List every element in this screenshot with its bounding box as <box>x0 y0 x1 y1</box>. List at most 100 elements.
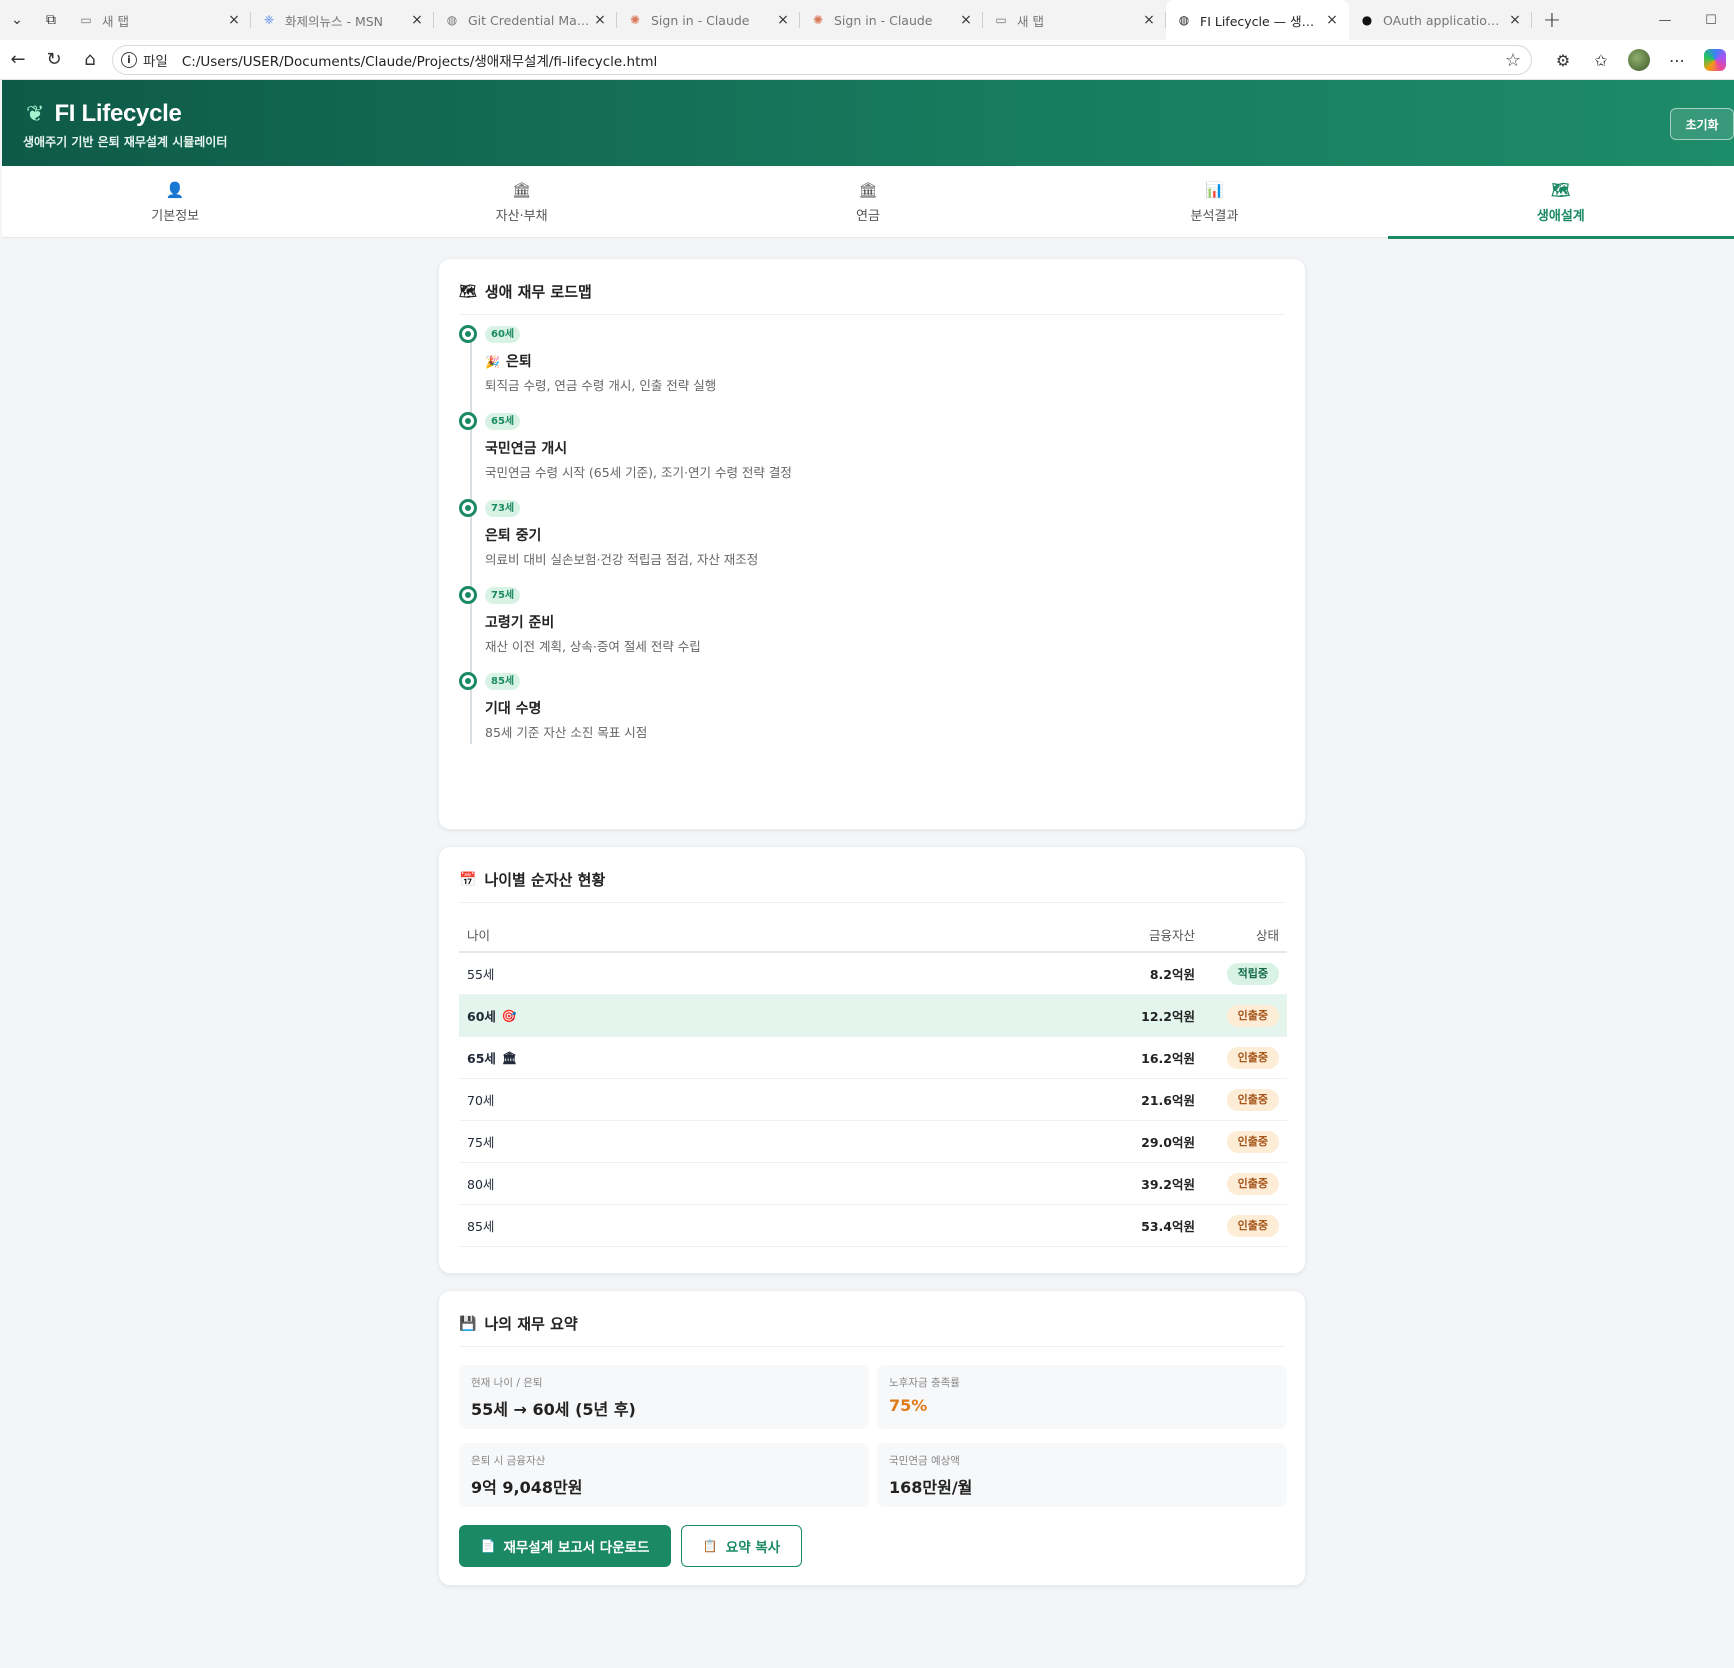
divider <box>459 902 1285 903</box>
address-bar[interactable]: i 파일 C:/Users/USER/Documents/Claude/Proj… <box>112 45 1532 75</box>
browser-tab[interactable]: ▭ 새 탭 × <box>68 0 251 40</box>
milestone-title-text: 기대 수명 <box>485 701 542 717</box>
browser-tab-title: 화제의뉴스 - MSN <box>285 13 384 29</box>
cell-assets: 16.2억원 <box>1141 1051 1195 1066</box>
maximize-icon[interactable]: ☐ <box>1688 0 1734 40</box>
browser-tab-title: OAuth application auth <box>1383 12 1506 28</box>
bar-chart-icon: 📊 <box>1205 180 1224 199</box>
tab-list-chevron-icon[interactable]: ⌄ <box>0 0 34 40</box>
milestone-title: 기대 수명 <box>485 698 541 718</box>
more-menu-icon[interactable]: ⋯ <box>1658 40 1696 80</box>
nav-tab[interactable]: 🏛 연금 <box>695 166 1041 238</box>
nav-tab[interactable]: 📊 분석결과 <box>1041 166 1387 238</box>
close-tab-icon[interactable]: × <box>591 12 609 28</box>
cell-age: 70세 <box>459 1090 659 1109</box>
claude-sunburst-icon: ✺ <box>629 13 641 27</box>
browser-tab[interactable]: ❈ 화제의뉴스 - MSN × <box>251 0 434 40</box>
networth-table: 나이 금융자산 상태 55세 8.2억원 적립중 60세 🎯 12.2억원 인출중 65세 🏛 1… <box>459 917 1287 1247</box>
browser-tab[interactable]: ◍ FI Lifecycle — 생애주기 × <box>1166 0 1349 40</box>
browser-tab-title: FI Lifecycle — 생애주기 <box>1200 13 1323 29</box>
reset-button[interactable]: 초기화 <box>1670 108 1734 140</box>
close-tab-icon[interactable]: × <box>1323 12 1341 28</box>
party-popper-icon: 🎉 <box>485 355 500 369</box>
site-info-icon[interactable]: i <box>121 52 137 68</box>
status-badge: 인출중 <box>1226 1214 1279 1237</box>
networth-title-text: 나이별 순자산 현황 <box>484 871 606 889</box>
map-icon: 🗺 <box>1551 180 1571 199</box>
milestone-title: 국민연금 개시 <box>485 438 567 458</box>
back-arrow-icon[interactable]: ← <box>0 42 36 78</box>
col-status-header: 상태 <box>1255 927 1279 943</box>
copy-summary-button[interactable]: 📋 요약 복사 <box>681 1525 802 1567</box>
cell-assets: 21.6억원 <box>1141 1093 1195 1108</box>
browser-tab[interactable]: ✺ Sign in - Claude × <box>617 0 800 40</box>
nav-tab-label: 분석결과 <box>1190 208 1239 224</box>
cell-status: 인출중 <box>1195 1088 1287 1111</box>
cell-age: 65세 🏛 <box>459 1048 659 1067</box>
milestone-age-badge: 60세 <box>485 326 521 343</box>
favorite-star-icon[interactable]: ☆ <box>1505 50 1521 71</box>
milestone-dot <box>459 325 477 343</box>
calendar-icon: 📅 <box>459 871 477 888</box>
browser-tab[interactable]: ▭ 새 탭 × <box>983 0 1166 40</box>
browser-tab[interactable]: ● OAuth application auth× <box>1349 0 1532 40</box>
cell-status: 인출중 <box>1195 1130 1287 1153</box>
table-row: 60세 🎯 12.2억원 인출중 <box>459 995 1287 1037</box>
person-icon: 👤 <box>165 180 185 199</box>
new-tab-button[interactable]: + <box>1532 8 1572 33</box>
close-tab-icon[interactable]: × <box>1140 12 1158 28</box>
milestone-title: 고령기 준비 <box>485 612 554 632</box>
close-tab-icon[interactable]: × <box>957 12 975 28</box>
table-row: 85세 53.4억원 인출중 <box>459 1205 1287 1247</box>
extensions-icon[interactable]: ⚙ <box>1544 40 1582 80</box>
roadmap-title-text: 생애 재무 로드맵 <box>484 283 592 301</box>
nav-tab[interactable]: 🏛 자산·부채 <box>348 166 694 238</box>
milestone-age-badge: 85세 <box>485 673 521 690</box>
reload-icon[interactable]: ↻ <box>36 42 72 78</box>
browser-tab[interactable]: ✺ Sign in - Claude × <box>800 0 983 40</box>
copy-summary-label: 요약 복사 <box>725 1540 781 1556</box>
workspaces-icon[interactable]: ⧉ <box>34 0 68 40</box>
networth-card: 📅 나이별 순자산 현황 나이 금융자산 상태 55세 8.2억원 적립중 60세 🎯 1… <box>438 846 1306 1274</box>
col-age-header: 나이 <box>467 927 491 943</box>
cell-assets: 8.2억원 <box>1149 967 1195 982</box>
nav-tab-label: 연금 <box>856 208 880 224</box>
close-tab-icon[interactable]: × <box>225 12 243 28</box>
age-value: 65세 <box>467 1051 496 1066</box>
age-value: 80세 <box>467 1177 495 1192</box>
profile-avatar[interactable] <box>1620 40 1658 80</box>
age-value: 60세 <box>467 1009 496 1024</box>
close-tab-icon[interactable]: × <box>408 12 426 28</box>
divider <box>459 314 1285 315</box>
summary-age-box: 현재 나이 / 은퇴 55세 → 60세 (5년 후) <box>459 1365 869 1429</box>
address-url[interactable]: C:/Users/USER/Documents/Claude/Projects/… <box>182 50 657 70</box>
home-icon[interactable]: ⌂ <box>72 42 108 78</box>
close-tab-icon[interactable]: × <box>774 12 792 28</box>
download-report-label: 재무설계 보고서 다운로드 <box>503 1540 650 1556</box>
new-tab-icon: ▭ <box>80 13 92 27</box>
summary-value: 55세 → 60세 (5년 후) <box>471 1400 636 1419</box>
milestone-desc: 85세 기준 자산 소진 목표 시점 <box>485 725 648 740</box>
download-report-button[interactable]: 📄 재무설계 보고서 다운로드 <box>459 1525 671 1567</box>
table-row: 65세 🏛 16.2억원 인출중 <box>459 1037 1287 1079</box>
minimize-icon[interactable]: — <box>1642 0 1688 40</box>
github-icon: ● <box>1361 13 1373 27</box>
nav-tab[interactable]: 👤 기본정보 <box>2 166 348 238</box>
cell-status: 인출중 <box>1195 1214 1287 1237</box>
nav-tab[interactable]: 🗺 생애설계 <box>1387 166 1734 239</box>
browser-tab-title: 새 탭 <box>1017 13 1044 29</box>
favorites-icon[interactable]: ✩ <box>1582 40 1620 80</box>
summary-card: 💾 나의 재무 요약 현재 나이 / 은퇴 55세 → 60세 (5년 후) 노… <box>438 1290 1306 1586</box>
browser-toolbar: ← ↻ ⌂ i 파일 C:/Users/USER/Documents/Claud… <box>0 40 1734 80</box>
browser-tab[interactable]: ◍ Git Credential Manager× <box>434 0 617 40</box>
milestone-dot <box>459 586 477 604</box>
milestone-title-text: 국민연금 개시 <box>485 441 568 457</box>
brand: ❦ FI Lifecycle <box>26 100 182 128</box>
cell-status: 인출중 <box>1195 1046 1287 1069</box>
milestone-age-badge: 65세 <box>485 413 521 430</box>
copilot-icon <box>1704 49 1726 71</box>
close-tab-icon[interactable]: × <box>1506 12 1524 28</box>
copilot-button[interactable] <box>1696 40 1734 80</box>
cell-age: 60세 🎯 <box>459 1006 659 1025</box>
cell-age: 85세 <box>459 1216 659 1235</box>
